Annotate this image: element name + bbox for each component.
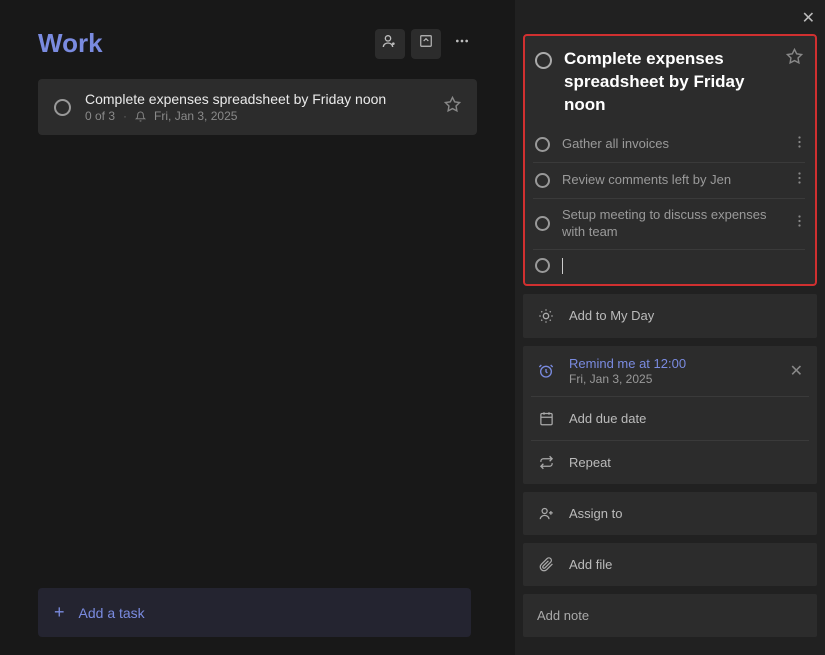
step-circle [535, 258, 550, 273]
star-icon[interactable] [786, 48, 803, 70]
step-text: Setup meeting to discuss expenses with t… [562, 207, 784, 241]
calendar-icon [537, 411, 555, 426]
add-task-label: Add a task [79, 605, 145, 621]
step-item[interactable]: Setup meeting to discuss expenses with t… [533, 199, 805, 250]
add-task-bar[interactable]: + Add a task [38, 588, 471, 637]
add-file-row[interactable]: Add file [523, 543, 817, 586]
remove-reminder-button[interactable]: ✕ [790, 361, 803, 381]
close-icon: ✕ [802, 10, 815, 27]
expand-icon [419, 34, 433, 53]
step-menu-button[interactable] [796, 135, 803, 154]
bell-icon [135, 111, 146, 122]
due-date-row[interactable]: Add due date [523, 397, 817, 440]
add-to-my-day-row[interactable]: Add to My Day [523, 294, 817, 338]
step-menu-button[interactable] [796, 214, 803, 233]
task-complete-circle[interactable] [54, 99, 71, 116]
step-circle[interactable] [535, 216, 550, 231]
add-file-label: Add file [569, 557, 612, 572]
add-note-input[interactable]: Add note [523, 594, 817, 637]
step-circle[interactable] [535, 137, 550, 152]
more-horizontal-icon [454, 33, 470, 54]
step-item[interactable]: Review comments left by Jen [533, 163, 805, 199]
close-icon: ✕ [790, 363, 803, 380]
text-cursor [562, 258, 563, 274]
task-title: Complete expenses spreadsheet by Friday … [85, 91, 430, 107]
attachment-icon [537, 557, 555, 572]
share-button[interactable] [375, 29, 405, 59]
assign-label: Assign to [569, 506, 622, 521]
add-step-input[interactable] [533, 250, 805, 276]
step-circle[interactable] [535, 173, 550, 188]
step-text: Review comments left by Jen [562, 172, 784, 189]
reminder-time: Remind me at 12:00 [569, 356, 776, 371]
step-menu-button[interactable] [796, 171, 803, 190]
add-note-label: Add note [537, 608, 589, 623]
assign-row[interactable]: Assign to [523, 492, 817, 535]
repeat-row[interactable]: Repeat [523, 441, 817, 484]
more-options-button[interactable] [447, 29, 477, 59]
person-plus-icon [537, 506, 555, 521]
step-item[interactable]: Gather all invoices [533, 127, 805, 163]
enter-full-screen-button[interactable] [411, 29, 441, 59]
detail-task-title[interactable]: Complete expenses spreadsheet by Friday … [564, 48, 774, 117]
task-detail-card: Complete expenses spreadsheet by Friday … [523, 34, 817, 286]
reminder-row[interactable]: Remind me at 12:00 Fri, Jan 3, 2025 ✕ [523, 346, 817, 396]
step-text: Gather all invoices [562, 136, 784, 153]
repeat-icon [537, 455, 555, 470]
repeat-label: Repeat [569, 455, 611, 470]
plus-icon: + [54, 602, 65, 623]
task-item[interactable]: Complete expenses spreadsheet by Friday … [38, 79, 477, 135]
person-plus-icon [382, 33, 398, 54]
star-icon[interactable] [444, 96, 461, 118]
due-date-label: Add due date [569, 411, 646, 426]
detail-complete-circle[interactable] [535, 52, 552, 69]
reminder-date: Fri, Jan 3, 2025 [569, 372, 776, 386]
sun-icon [537, 308, 555, 324]
alarm-icon [537, 363, 555, 379]
add-to-my-day-label: Add to My Day [569, 308, 654, 323]
close-details-button[interactable]: ✕ [802, 8, 815, 28]
list-title[interactable]: Work [38, 28, 103, 59]
task-meta: 0 of 3 · Fri, Jan 3, 2025 [85, 109, 430, 123]
